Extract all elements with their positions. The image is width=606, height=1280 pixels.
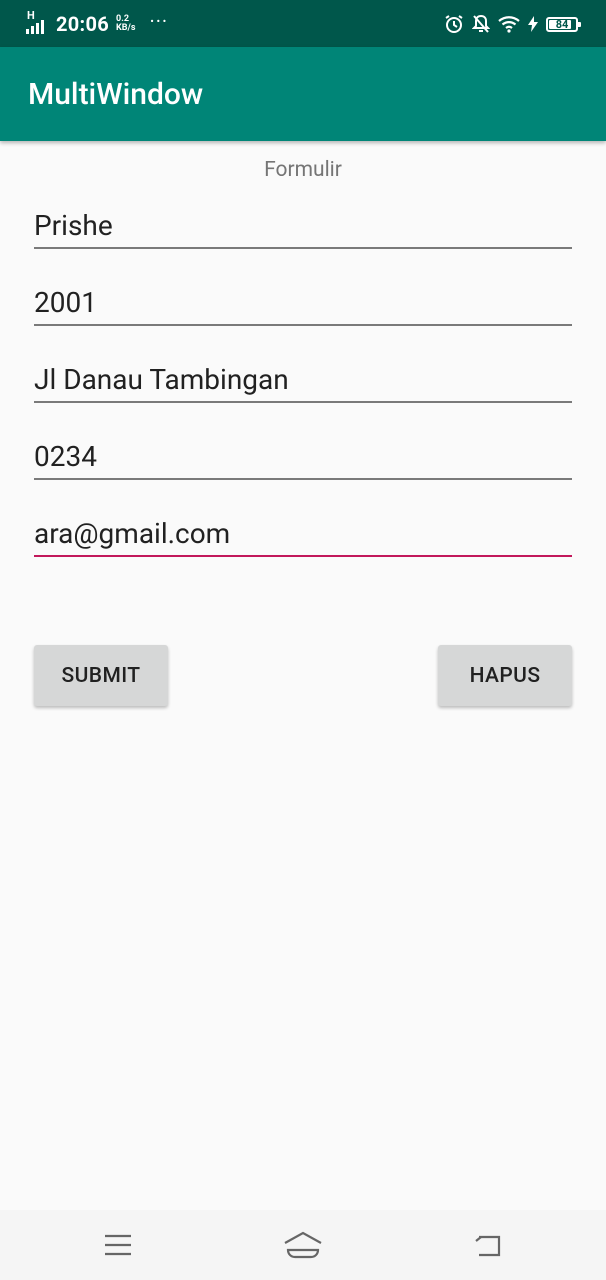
network-speed: 0.2 KB/s bbox=[116, 15, 135, 33]
charging-icon bbox=[528, 16, 538, 32]
clear-button[interactable]: HAPUS bbox=[438, 645, 572, 706]
birth-year-field[interactable]: 2001 bbox=[34, 286, 572, 326]
nav-bar bbox=[0, 1210, 606, 1280]
status-left: H 20:06 0.2 KB/s ··· bbox=[26, 9, 169, 38]
back-icon[interactable] bbox=[467, 1230, 507, 1260]
battery-level: 84 bbox=[555, 17, 569, 31]
app-title: MultiWindow bbox=[28, 77, 204, 112]
address-field-value: Jl Danau Tambingan bbox=[34, 363, 289, 396]
alarm-icon bbox=[444, 14, 464, 34]
name-field[interactable]: Prishe bbox=[34, 209, 572, 249]
email-field[interactable]: ara@gmail.com bbox=[34, 517, 572, 557]
battery-icon: 84 bbox=[546, 16, 581, 32]
birth-year-field-value: 2001 bbox=[34, 286, 97, 319]
wifi-icon bbox=[498, 15, 520, 33]
address-field[interactable]: Jl Danau Tambingan bbox=[34, 363, 572, 403]
clock: 20:06 bbox=[56, 12, 110, 36]
menu-icon[interactable] bbox=[98, 1230, 138, 1260]
status-right: 84 bbox=[444, 10, 581, 38]
email-field-value: ara@gmail.com bbox=[34, 517, 231, 550]
notifications-off-icon bbox=[472, 14, 490, 34]
more-notifications-icon: ··· bbox=[149, 9, 169, 33]
phone-field[interactable]: 0234 bbox=[34, 440, 572, 480]
status-bar: H 20:06 0.2 KB/s ··· 84 bbox=[0, 0, 606, 47]
submit-button[interactable]: SUBMIT bbox=[34, 645, 168, 706]
app-bar: MultiWindow bbox=[0, 47, 606, 141]
phone-field-value: 0234 bbox=[34, 440, 97, 473]
home-icon[interactable] bbox=[283, 1230, 323, 1260]
speed-unit: KB/s bbox=[116, 23, 136, 33]
name-field-value: Prishe bbox=[34, 209, 113, 242]
signal-icon: H bbox=[26, 9, 52, 37]
form-title: Formulir bbox=[264, 158, 342, 182]
